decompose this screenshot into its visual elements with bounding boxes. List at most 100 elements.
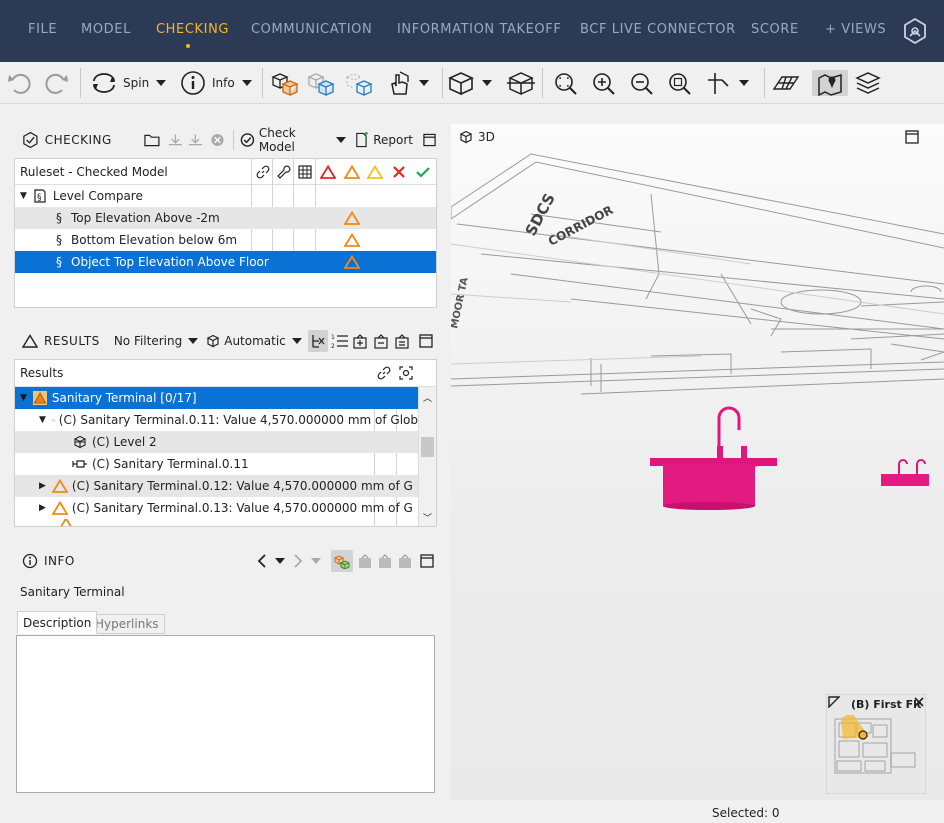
scrollbar-thumb[interactable] — [421, 437, 434, 457]
results-scrollbar[interactable]: ︿ ﹀ — [418, 387, 436, 526]
minimap-floor-plan[interactable]: (B) First Floor — [826, 694, 926, 794]
zoom-in-icon — [593, 73, 615, 95]
result-item-label: (C) Sanitary Terminal.0.11: Value 4,570.… — [58, 413, 418, 427]
ruleset-tree-item[interactable]: ▼ § Level Compare — [15, 185, 436, 207]
sanitary-terminal-model[interactable] — [650, 406, 777, 510]
redo-button[interactable] — [42, 70, 70, 96]
hierarchy-icon — [312, 335, 325, 348]
selection-cubes-icon — [333, 555, 350, 569]
hide-selected-button[interactable] — [306, 70, 336, 96]
result-group-row[interactable]: ▼ Sanitary Terminal [0/17] — [15, 387, 418, 409]
zoom-out-button[interactable] — [628, 70, 656, 96]
moderate-triangle-icon — [51, 501, 68, 515]
basket-icon[interactable] — [378, 553, 392, 569]
maximize-icon[interactable] — [419, 334, 433, 348]
zoom-fit-button[interactable] — [552, 70, 580, 96]
isolate-button[interactable] — [344, 70, 374, 96]
basket-icon[interactable] — [398, 553, 412, 569]
spin-dropdown[interactable]: Spin — [90, 70, 167, 96]
result-component-row[interactable]: (C) Level 2 — [15, 431, 418, 453]
zoom-in-button[interactable] — [590, 70, 618, 96]
link-icon — [256, 165, 270, 178]
expand-arrow-icon[interactable]: ▼ — [20, 191, 27, 201]
result-item-row[interactable]: ▶ (C) Sanitary Terminal.0.12: Value 4,57… — [15, 475, 418, 497]
info-dropdown[interactable]: Info — [180, 70, 252, 96]
scroll-up-arrow-icon[interactable]: ︿ — [423, 391, 432, 404]
components-blue-icon — [307, 73, 335, 96]
result-component-row[interactable]: (C) Sanitary Terminal.0.11 — [15, 453, 418, 475]
close-circle-icon[interactable] — [210, 132, 225, 148]
automatic-cube-icon — [206, 334, 220, 348]
floor-plan-button[interactable] — [772, 70, 800, 96]
menu-checking[interactable]: CHECKING — [156, 22, 229, 37]
expand-arrow-icon[interactable]: ▼ — [39, 415, 46, 425]
maximize-icon[interactable] — [423, 133, 436, 147]
basket-icon[interactable] — [394, 333, 410, 349]
collapse-arrow-icon[interactable]: ▶ — [39, 503, 46, 513]
show-selected-button[interactable] — [270, 70, 300, 96]
components-orange-icon — [271, 73, 299, 96]
add-basket-icon[interactable] — [352, 333, 368, 349]
menu-bcf-live-connector[interactable]: BCF LIVE CONNECTOR — [580, 22, 736, 37]
result-item-row[interactable]: ▶ (C) Sanitary Terminal.0.13: Value 4,57… — [15, 497, 418, 519]
scroll-down-arrow-icon[interactable]: ﹀ — [423, 511, 432, 524]
toolbar-separator — [80, 68, 81, 98]
back-chevron-icon[interactable] — [257, 554, 267, 568]
menu-score[interactable]: SCORE — [751, 22, 799, 37]
expand-corner-icon[interactable] — [828, 696, 840, 708]
rule-item[interactable]: § Bottom Elevation below 6m — [15, 229, 436, 251]
menu-communication[interactable]: COMMUNICATION — [251, 22, 372, 37]
list-icon[interactable]: 12 — [331, 333, 349, 349]
tab-description[interactable]: Description — [17, 611, 98, 634]
result-component-label: (C) Level 2 — [92, 435, 157, 449]
layers-button[interactable] — [854, 70, 882, 96]
measure-dropdown[interactable] — [704, 70, 749, 96]
folder-open-icon[interactable] — [144, 132, 161, 148]
tab-hyperlinks[interactable]: Hyperlinks — [89, 614, 165, 634]
isolate-component-icon — [345, 73, 373, 96]
filter-dropdown[interactable]: No Filtering — [114, 334, 182, 348]
minimap-toggle-button[interactable] — [812, 70, 848, 96]
undo-button[interactable] — [6, 70, 34, 96]
check-model-button[interactable]: Check Model — [259, 126, 330, 154]
description-text-area[interactable] — [16, 635, 435, 793]
zoom-out-icon — [631, 73, 653, 95]
main-menu-bar: FILE MODEL CHECKING COMMUNICATION INFORM… — [0, 0, 944, 62]
rule-item-selected[interactable]: § Object Top Elevation Above Floor — [15, 251, 436, 273]
map-pin-icon — [818, 73, 842, 96]
forward-chevron-icon[interactable] — [293, 554, 303, 568]
remove-basket-icon[interactable] — [373, 333, 389, 349]
info-panel-header: INFO — [14, 547, 436, 575]
maximize-icon[interactable] — [905, 130, 919, 144]
rule-item[interactable]: § Top Elevation Above -2m — [15, 207, 436, 229]
result-item-row[interactable]: ▼ (C) Sanitary Terminal.0.11: Value 4,57… — [15, 409, 418, 431]
info-selection-toggle[interactable] — [330, 550, 353, 572]
accepted-check-icon — [416, 166, 430, 178]
section-box-button[interactable] — [506, 70, 536, 96]
collapse-arrow-icon[interactable]: ▶ — [39, 481, 46, 491]
toolbar-separator — [542, 68, 543, 98]
menu-file[interactable]: FILE — [28, 22, 57, 37]
report-button[interactable]: Report — [373, 133, 413, 147]
svg-text:§: § — [37, 193, 42, 203]
automatic-dropdown[interactable]: Automatic — [224, 334, 286, 348]
download-icon[interactable] — [167, 132, 184, 148]
hierarchy-toggle[interactable] — [307, 330, 328, 352]
sanitary-terminal-model-far[interactable] — [881, 459, 929, 486]
close-icon[interactable] — [913, 696, 925, 708]
menu-model[interactable]: MODEL — [81, 22, 131, 37]
zoom-selected-button[interactable] — [666, 70, 694, 96]
spin-icon — [93, 73, 115, 93]
save-icon[interactable] — [187, 132, 204, 148]
view-mode-dropdown[interactable] — [447, 70, 492, 96]
info-label: Info — [212, 76, 235, 90]
visibility-tools-dropdown[interactable] — [386, 70, 429, 96]
zoom-selected-icon — [669, 73, 691, 95]
ruleset-header-row: Ruleset - Checked Model — [15, 159, 436, 185]
menu-information-takeoff[interactable]: INFORMATION TAKEOFF — [397, 22, 561, 37]
rejected-x-icon — [393, 165, 405, 178]
menu-views[interactable]: + VIEWS — [825, 22, 886, 37]
maximize-icon[interactable] — [420, 554, 434, 568]
basket-icon[interactable] — [358, 553, 372, 569]
expand-arrow-icon[interactable]: ▼ — [20, 393, 27, 403]
